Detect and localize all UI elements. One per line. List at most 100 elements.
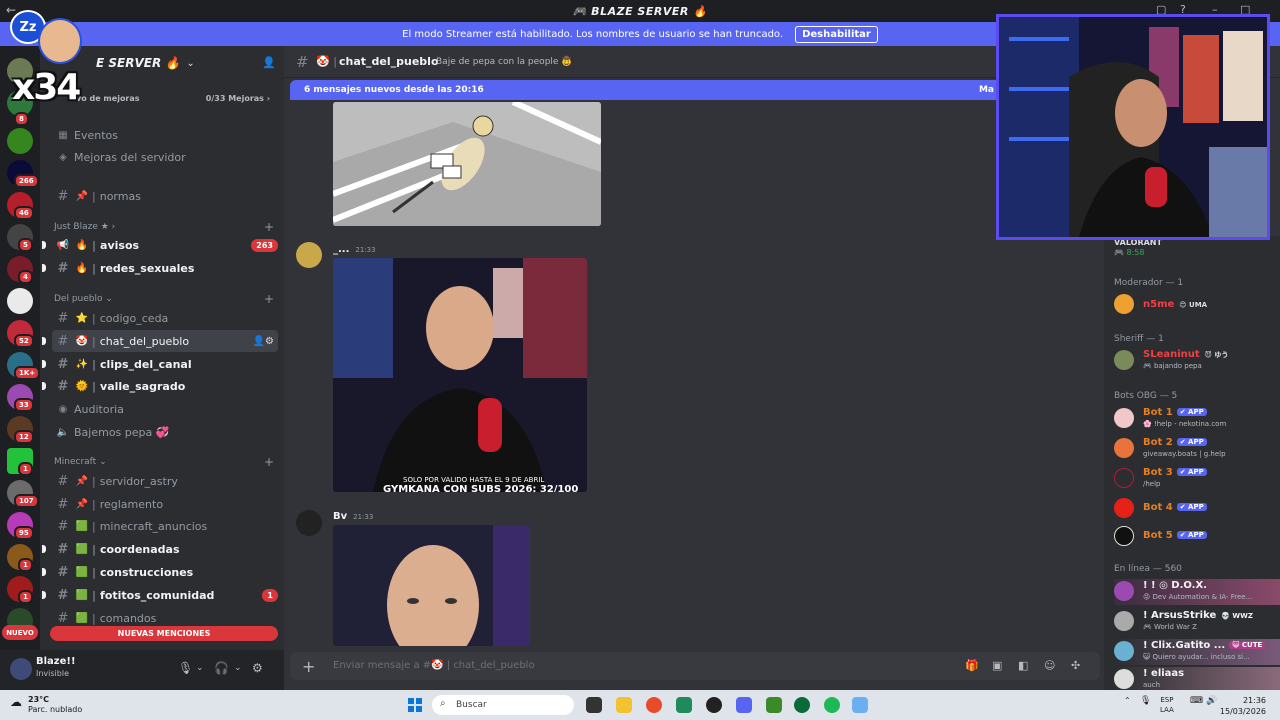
hash-icon: # bbox=[57, 587, 69, 603]
hash-icon: # bbox=[57, 473, 69, 489]
member-item[interactable]: Bot 4 ✔ APP bbox=[1114, 496, 1280, 522]
channel-normas[interactable]: # 📌 | normas bbox=[52, 185, 278, 207]
channel-chat-del-pueblo[interactable]: # 🤡 | chat_del_pueblo 👤⚙ bbox=[42, 330, 278, 352]
member-name: Bot 3 ✔ APP bbox=[1143, 467, 1207, 478]
windows-start-icon[interactable] bbox=[408, 698, 422, 712]
stage-auditoria[interactable]: ◉ Auditoria bbox=[52, 398, 278, 420]
channel-label: construcciones bbox=[100, 565, 194, 579]
channel-codigo-ceda[interactable]: # ⭐ | codigo_ceda bbox=[52, 307, 278, 329]
weather-widget[interactable]: ☁ 23°C Parc. nublado bbox=[10, 695, 82, 715]
voice-bajemos-pepa[interactable]: 🔈 Bajemos pepa 💞 bbox=[52, 421, 278, 443]
member-item[interactable]: ! ArsusStrike 💀 WWZ 🎮 World War Z bbox=[1114, 609, 1280, 635]
channel-redes-sexuales[interactable]: # 🔥 | redes_sexuales bbox=[42, 257, 278, 279]
multiplier-label: x34 bbox=[12, 67, 81, 108]
add-channel-icon[interactable]: + bbox=[264, 292, 274, 306]
chrome-icon[interactable] bbox=[646, 697, 662, 713]
channel-coordenadas[interactable]: # 🟩 | coordenadas bbox=[42, 538, 278, 560]
server-name: E SERVER 🔥 bbox=[96, 56, 181, 70]
channel-minecraft-anuncios[interactable]: # 🟩 | minecraft_anuncios bbox=[52, 515, 278, 537]
events-link[interactable]: ▦ Eventos bbox=[52, 124, 278, 146]
channel-fotitos-comunidad[interactable]: # 🟩 | fotitos_comunidad 1 bbox=[42, 584, 278, 606]
member-item[interactable]: ! Clix.Gatito ... 😺 CUTE 😺 Quiero ayudar.… bbox=[1114, 639, 1280, 665]
microphone-icon[interactable]: 🎙 bbox=[178, 661, 193, 675]
message-author[interactable]: _... 21:33 bbox=[333, 244, 376, 255]
app-icon[interactable] bbox=[852, 697, 868, 713]
minecraft-icon[interactable] bbox=[766, 697, 782, 713]
hash-icon: # bbox=[57, 496, 69, 512]
new-unread-pill[interactable]: NUEVO bbox=[2, 625, 38, 640]
sun-emoji-icon: 🌞 bbox=[75, 380, 89, 392]
message-author[interactable]: Bv 21:33 bbox=[333, 511, 373, 522]
channel-avisos[interactable]: 📢 🔥 | avisos 263 bbox=[42, 234, 278, 256]
disable-streamer-button[interactable]: Deshabilitar bbox=[795, 25, 878, 43]
avatar[interactable] bbox=[10, 658, 32, 680]
xbox-icon[interactable] bbox=[794, 697, 810, 713]
gear-icon[interactable]: ⚙ bbox=[252, 661, 263, 675]
new-mentions-pill[interactable]: NUEVAS MENCIONES bbox=[50, 626, 278, 641]
taskbar-search[interactable]: ⌕ Buscar bbox=[432, 695, 574, 715]
channel-settings-icon[interactable]: 👤⚙ bbox=[253, 336, 274, 347]
channel-topic[interactable]: Baje de pepa con la people 🤠 bbox=[436, 57, 573, 67]
message-image[interactable] bbox=[333, 525, 530, 646]
category-just-blaze[interactable]: Just Blaze ★ › + bbox=[54, 219, 274, 235]
task-view-icon[interactable] bbox=[586, 697, 602, 713]
member-item[interactable]: ! ! ◎ D.O.X. 😡 Dev Automation & IA- Free… bbox=[1114, 579, 1280, 605]
member-item[interactable]: ! eliaas auch bbox=[1114, 667, 1280, 690]
obs-icon[interactable] bbox=[706, 697, 722, 713]
gift-icon[interactable]: 🎁 bbox=[965, 659, 979, 672]
member-item[interactable]: Bot 5 ✔ APP bbox=[1114, 524, 1280, 550]
message-input[interactable]: + Enviar mensaje a #🤡 | chat_del_pueblo … bbox=[290, 652, 1100, 680]
server-badge: 107 bbox=[14, 494, 39, 508]
category-minecraft[interactable]: Minecraft ⌄ + bbox=[54, 454, 274, 470]
chevron-down-icon[interactable]: ⌄ bbox=[196, 663, 204, 673]
discord-icon[interactable] bbox=[736, 697, 752, 713]
sticker-icon[interactable]: ◧ bbox=[1018, 659, 1028, 672]
member-item[interactable]: Bot 2 ✔ APP giveaway.boats | g.help bbox=[1114, 436, 1280, 462]
channel-valle-sagrado[interactable]: # 🌞 | valle_sagrado bbox=[42, 375, 278, 397]
member-item[interactable]: n5me 😊 UMA bbox=[1114, 292, 1280, 318]
tray-chevron-icon[interactable]: ⌃ bbox=[1124, 696, 1131, 705]
server-icon[interactable] bbox=[7, 288, 33, 314]
message-image[interactable]: SOLO POR VALIDO HASTA EL 9 DE ABRIL GYMK… bbox=[333, 258, 587, 492]
mark-read-label[interactable]: Ma bbox=[979, 85, 994, 95]
file-explorer-icon[interactable] bbox=[616, 697, 632, 713]
category-label: Del pueblo ⌄ bbox=[54, 294, 113, 304]
channel-construcciones[interactable]: # 🟩 | construcciones bbox=[42, 561, 278, 583]
chevron-down-icon[interactable]: ⌄ bbox=[234, 663, 242, 673]
hash-icon: # bbox=[57, 541, 69, 557]
language-indicator[interactable]: ESP LAA bbox=[1160, 695, 1174, 715]
avatar[interactable] bbox=[296, 242, 322, 268]
add-channel-icon[interactable]: + bbox=[264, 220, 274, 234]
boost-gem-icon: ◈ bbox=[59, 151, 67, 163]
emoji-icon[interactable]: ☺ bbox=[1044, 659, 1055, 672]
member-item[interactable]: SLeaninut 😈 ゆう 🎮 bajando pepa bbox=[1114, 348, 1280, 374]
app-icon[interactable] bbox=[676, 697, 692, 713]
microphone-icon[interactable]: 🎙 bbox=[1140, 696, 1151, 706]
server-boosts-link[interactable]: ◈ Mejoras del servidor bbox=[52, 146, 278, 168]
window-title: 🎮 BLAZE SERVER 🔥 bbox=[572, 4, 708, 18]
spotify-icon[interactable] bbox=[824, 697, 840, 713]
add-channel-icon[interactable]: + bbox=[264, 455, 274, 469]
gif-icon[interactable]: ▣ bbox=[992, 659, 1002, 672]
avatar[interactable] bbox=[296, 510, 322, 536]
network-icon[interactable]: ⌨ bbox=[1190, 696, 1203, 706]
member-item[interactable]: Bot 1 ✔ APP 🌸 !help - nekotina.com bbox=[1114, 406, 1280, 432]
volume-icon[interactable]: 🔊 bbox=[1206, 696, 1217, 706]
channel-label: chat_del_pueblo bbox=[99, 334, 190, 348]
channel-label: valle_sagrado bbox=[100, 379, 186, 393]
invite-people-icon[interactable]: 👤 bbox=[262, 56, 276, 69]
headphones-icon[interactable]: 🎧 bbox=[214, 661, 229, 675]
channel-servidor-astry[interactable]: # 📌 | servidor_astry bbox=[52, 470, 278, 492]
server-icon[interactable] bbox=[7, 128, 33, 154]
apps-icon[interactable]: ✣ bbox=[1071, 659, 1080, 672]
new-messages-bar[interactable]: 6 mensajes nuevos desde las 20:16 Ma bbox=[290, 80, 1002, 100]
category-del-pueblo[interactable]: Del pueblo ⌄ + bbox=[54, 291, 274, 307]
member-activity: 🎮 World War Z bbox=[1143, 623, 1197, 631]
plus-icon[interactable]: + bbox=[302, 657, 315, 676]
channel-reglamento[interactable]: # 📌 | reglamento bbox=[52, 493, 278, 515]
message-image[interactable] bbox=[333, 102, 601, 226]
server-boosts-label: Mejoras del servidor bbox=[74, 150, 186, 164]
channel-clips-del-canal[interactable]: # ✨ | clips_del_canal bbox=[42, 353, 278, 375]
clock[interactable]: 21:36 15/03/2026 bbox=[1220, 695, 1266, 717]
member-item[interactable]: Bot 3 ✔ APP /help bbox=[1114, 466, 1280, 492]
